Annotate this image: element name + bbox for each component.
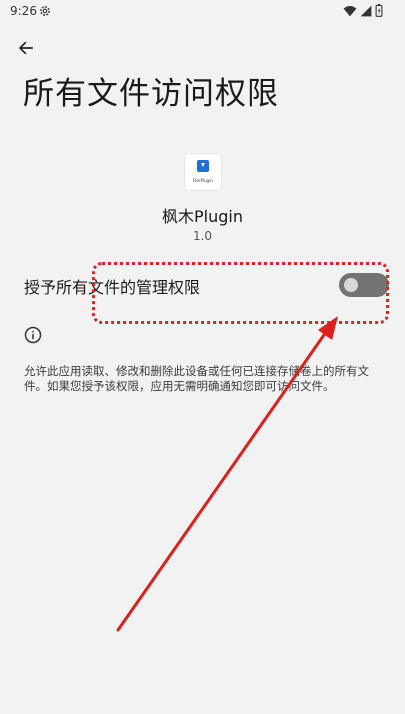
toggle-knob — [344, 278, 358, 292]
app-icon-label: DocPlugin — [193, 178, 213, 183]
arrow-back-icon — [18, 41, 33, 55]
status-time: 9:26 — [10, 4, 37, 18]
signal-icon — [360, 5, 372, 16]
app-icon: DocPlugin — [185, 154, 221, 190]
app-version: 1.0 — [192, 229, 213, 243]
permission-toggle[interactable] — [339, 273, 389, 297]
permission-label: 授予所有文件的管理权限 — [24, 278, 201, 297]
app-name: 枫木Plugin — [162, 207, 243, 226]
download-box-icon — [197, 160, 209, 172]
settings-gear-icon — [40, 6, 50, 16]
status-bar: 9:26 — [0, 0, 405, 24]
page-title: 所有文件访问权限 — [23, 76, 279, 112]
battery-icon — [375, 4, 383, 17]
status-icons — [343, 4, 383, 17]
permission-description: 允许此应用读取、修改和删除此设备或任何已连接存储卷上的所有文件。如果您授予该权限… — [24, 364, 369, 393]
permission-row[interactable]: 授予所有文件的管理权限 — [0, 260, 405, 308]
back-button[interactable] — [12, 34, 40, 62]
wifi-icon — [343, 5, 357, 16]
info-icon — [24, 326, 42, 344]
